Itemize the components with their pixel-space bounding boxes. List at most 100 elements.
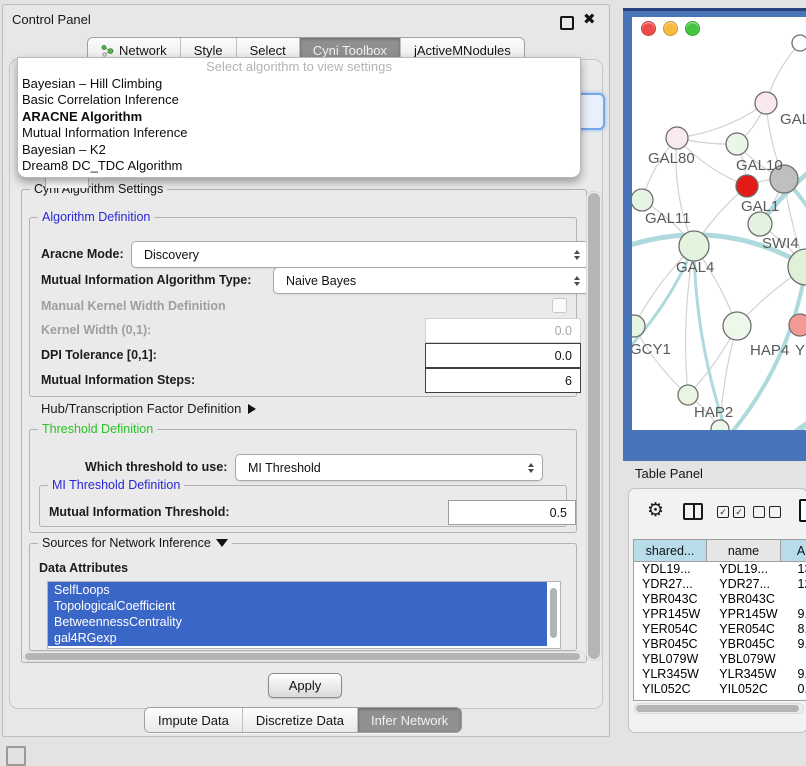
network-canvas[interactable]: GALGAL80GAL10GAL1GAL11SWI4GAL4GCY1HAP4YH… <box>632 17 806 430</box>
network-node-gal10[interactable] <box>726 133 748 155</box>
table-row[interactable]: YBL079WYBL079W <box>634 652 806 667</box>
column-header-name[interactable]: name <box>707 540 781 561</box>
mi-steps-field[interactable]: 6 <box>425 368 581 393</box>
network-node-hap4[interactable] <box>723 312 751 340</box>
which-threshold-select[interactable]: MI Threshold <box>235 454 543 481</box>
column-header-a[interactable]: A <box>781 540 806 561</box>
float-icon[interactable] <box>560 16 574 30</box>
table-cell: 9. <box>790 637 806 652</box>
table-cell: 13 <box>790 562 806 577</box>
attribute-item-topologicalcoefficient[interactable]: TopologicalCoefficient <box>48 598 547 614</box>
node-label: GAL <box>780 111 806 128</box>
hub-definition-toggle[interactable]: Hub/Transcription Factor Definition <box>41 401 256 416</box>
table-cell: YLR345W <box>634 667 711 682</box>
zoom-button[interactable] <box>685 21 700 36</box>
table-horizontal-scrollbar[interactable] <box>634 703 804 714</box>
deselect-all-icon[interactable] <box>753 506 781 518</box>
table-cell: 9. <box>790 607 806 622</box>
panel-icon[interactable] <box>6 746 26 766</box>
node-label: GAL80 <box>648 150 695 167</box>
table-row[interactable]: YBR045CYBR045C9. <box>634 637 806 652</box>
close-icon[interactable]: ✖ <box>583 10 596 28</box>
file-icon[interactable] <box>799 499 806 522</box>
tab-infer-network[interactable]: Infer Network <box>358 708 461 732</box>
settings-vertical-scrollbar[interactable] <box>586 191 602 661</box>
dpi-tolerance-field[interactable]: 0.0 <box>425 343 581 368</box>
table-cell: YDR27... <box>634 577 711 592</box>
select-all-icon[interactable]: ✓✓ <box>717 506 745 518</box>
minimize-button[interactable] <box>663 21 678 36</box>
node-label: GAL11 <box>645 210 691 227</box>
tab-impute-data[interactable]: Impute Data <box>145 708 243 732</box>
column-header-shared[interactable]: shared... <box>634 540 707 561</box>
table-cell: YBL079W <box>711 652 789 667</box>
table-cell: YLR345W <box>711 667 789 682</box>
network-node-swi4[interactable] <box>748 212 772 236</box>
attribute-item-gal4rgexp[interactable]: gal4RGexp <box>48 630 547 646</box>
triangle-right-icon <box>248 404 256 414</box>
aracne-mode-select[interactable]: Discovery <box>131 241 589 268</box>
table-toolbar: ⚙ ✓✓ <box>629 497 806 529</box>
close-button[interactable] <box>641 21 656 36</box>
group-title: Threshold Definition <box>38 422 157 436</box>
network-node-hap2[interactable] <box>678 385 698 405</box>
apply-button[interactable]: Apply <box>268 673 342 698</box>
chevron-updown-icon <box>574 276 580 286</box>
gear-icon[interactable]: ⚙ <box>647 499 664 522</box>
table-cell <box>790 592 806 607</box>
table-row[interactable]: YLR345WYLR345W9. <box>634 667 806 682</box>
hub-definition-label: Hub/Transcription Factor Definition <box>41 401 241 416</box>
network-edge-weighted[interactable] <box>782 413 806 430</box>
algorithm-option-bayesian-hill-climbing[interactable]: Bayesian – Hill Climbing <box>18 76 580 92</box>
network-node-gal11[interactable] <box>632 189 653 211</box>
split-view-icon[interactable] <box>683 503 703 520</box>
algorithm-options: Bayesian – Hill ClimbingBasic Correlatio… <box>18 76 580 174</box>
dpi-tolerance-label: DPI Tolerance [0,1]: <box>41 348 157 362</box>
which-threshold-label: Which threshold to use: <box>85 460 227 474</box>
table-cell: YBR045C <box>634 637 711 652</box>
network-node[interactable] <box>711 420 729 430</box>
table-cell: YBR043C <box>634 592 711 607</box>
table-row[interactable]: YIL052CYIL052C0. <box>634 682 806 697</box>
algorithm-option-basic-correlation-inference[interactable]: Basic Correlation Inference <box>18 92 580 108</box>
settings-horizontal-scrollbar[interactable] <box>23 651 585 662</box>
network-node-gal1[interactable] <box>736 175 758 197</box>
node-label: Y <box>795 342 805 359</box>
algorithm-option-mutual-information-inference[interactable]: Mutual Information Inference <box>18 125 580 141</box>
sources-group-title[interactable]: Sources for Network Inference <box>38 536 232 550</box>
network-node-gal80[interactable] <box>666 127 688 149</box>
table-row[interactable]: YDR27...YDR27...12 <box>634 577 806 592</box>
network-node-gal4[interactable] <box>679 231 709 261</box>
table-cell: YBL079W <box>634 652 711 667</box>
kernel-width-label: Kernel Width (0,1): <box>41 323 151 337</box>
tab-label: Network <box>119 43 167 58</box>
manual-kernel-checkbox[interactable] <box>552 298 567 313</box>
list-scrollbar-thumb[interactable] <box>550 588 557 638</box>
mi-algorithm-type-select[interactable]: Naive Bayes <box>273 267 589 294</box>
table-row[interactable]: YBR043CYBR043C <box>634 592 806 607</box>
algorithm-option-bayesian-k2[interactable]: Bayesian – K2 <box>18 142 580 158</box>
table-cell: YIL052C <box>711 682 789 697</box>
network-node-y[interactable] <box>789 314 806 336</box>
algorithm-option-dream8-dc-tdc-algorithm[interactable]: Dream8 DC_TDC Algorithm <box>18 158 580 174</box>
control-panel-title: Control Panel <box>12 12 91 27</box>
network-node-gal[interactable] <box>755 92 777 114</box>
table-row[interactable]: YPR145WYPR145W9. <box>634 607 806 622</box>
kernel-width-field[interactable]: 0.0 <box>425 318 581 343</box>
network-node[interactable] <box>788 249 806 285</box>
attribute-item-selfloops[interactable]: SelfLoops <box>48 582 547 598</box>
node-label: HAP4 <box>750 342 789 359</box>
mi-threshold-field[interactable]: 0.5 <box>448 500 576 525</box>
network-node[interactable] <box>792 35 806 51</box>
network-graph: GALGAL80GAL10GAL1GAL11SWI4GAL4GCY1HAP4YH… <box>632 17 806 430</box>
tab-discretize-data[interactable]: Discretize Data <box>243 708 358 732</box>
table-row[interactable]: YDL19...YDL19...13 <box>634 562 806 577</box>
table-row[interactable]: YER054CYER054C8. <box>634 622 806 637</box>
table-cell: 0. <box>790 682 806 697</box>
algorithm-option-aracne-algorithm[interactable]: ARACNE Algorithm <box>18 109 580 125</box>
network-edge[interactable] <box>677 103 766 138</box>
cyni-bottom-tabbar: Impute DataDiscretize DataInfer Network <box>144 707 462 733</box>
control-panel-window: Control Panel ✖ NetworkStyleSelectCyni T… <box>2 4 610 737</box>
network-edge[interactable] <box>634 326 688 395</box>
attribute-item-betweennesscentrality[interactable]: BetweennessCentrality <box>48 614 547 630</box>
